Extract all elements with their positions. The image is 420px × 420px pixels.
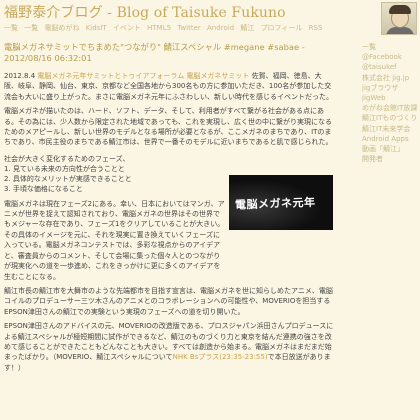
- site-title[interactable]: 福野泰介ブログ - Blog of Taisuke Fukuno: [4, 2, 286, 22]
- nav-item-rss[interactable]: RSS: [309, 24, 323, 32]
- nav-item-sabae[interactable]: 鯖江: [240, 24, 254, 32]
- nav-item-event[interactable]: イベント: [113, 24, 141, 32]
- intro-link-gannen[interactable]: 電脳メガネ元年: [37, 72, 86, 80]
- intro-link-forum[interactable]: サミットとトゥイアフォーラム: [86, 72, 184, 80]
- sidebar: 一覧 @Facebook @taisukef 株式会社 jig.jp jigブラ…: [362, 42, 418, 164]
- paragraph-4: 電脳メガネは現在フェーズ2にある。幸い、日本においてはマンガ、アニメが世界を捉え…: [4, 199, 226, 282]
- nav-item-html5[interactable]: HTML5: [147, 24, 171, 32]
- sidebar-item-developer[interactable]: 開発者: [362, 154, 418, 164]
- sidebar-item-sabae-gakkai[interactable]: 鯖江IT未来学会: [362, 124, 418, 134]
- sidebar-item-megane-kaikan[interactable]: めがね会館IT放課後: [362, 103, 418, 113]
- nav-item-megane[interactable]: 電脳めがね: [44, 24, 79, 32]
- sidebar-item-video[interactable]: 動画「鯖江」: [362, 144, 418, 154]
- sidebar-item-jigbrowser[interactable]: jigブラウザ: [362, 83, 418, 93]
- nav-item-profile[interactable]: プロフィール: [261, 24, 303, 32]
- intro-link-summit[interactable]: 電脳メガネサミット: [186, 72, 249, 80]
- sidebar-item-sabae-monozukuri[interactable]: 鯖江ITものづくり: [362, 113, 418, 123]
- sidebar-item-android-apps[interactable]: Android Apps: [362, 134, 418, 144]
- nav-item-android[interactable]: Android: [207, 24, 234, 32]
- list-item: 2. 具体的なメリットが実感できることと: [4, 175, 132, 184]
- paragraph-intro: 2012.8.4 電脳メガネ元年サミットとトゥイアフォーラム 電脳メガネサミット…: [4, 71, 334, 102]
- paragraph-2: 電脳メガネが描いたのは、ハード、ソフト、データ、そして、利用者がすべて繋がる社会…: [4, 107, 333, 147]
- sidebar-item-jigweb[interactable]: jigWeb: [362, 93, 418, 103]
- paragraph-5: 鯖江市長の鯖江市を大舞市のような先端都市を目指す宣言は、電脳メガネを世に知らしめ…: [4, 286, 333, 316]
- sidebar-item-jigjp[interactable]: 株式会社 jig.jp: [362, 73, 418, 83]
- nav-item-kidsit[interactable]: KidsIT: [86, 24, 107, 32]
- header: 福野泰介ブログ - Blog of Taisuke Fukuno 一覧 一覧 電…: [0, 0, 420, 40]
- list-item: 3. 手頃な価格になること: [4, 185, 83, 194]
- author-avatar[interactable]: [381, 2, 417, 35]
- nav-item-list[interactable]: 一覧: [4, 24, 18, 32]
- photo-caption: 電脳メガネ元年: [234, 195, 316, 212]
- phase-list: 社会が大きく変化するためのフェーズ、 1. 見ている未来の方向性が合うことと 2…: [4, 154, 226, 195]
- event-photo[interactable]: 電脳メガネ元年: [229, 175, 333, 230]
- paragraph-6: EPSON津田さんのアドバイスの元、MOVERIOの改造版である、プロスジャパン…: [4, 321, 334, 373]
- nhk-link[interactable]: NHK Bsプラス(23:35-23:55): [173, 353, 268, 361]
- list-item: 1. 見ている未来の方向性が合うことと: [4, 165, 125, 174]
- top-nav: 一覧 一覧 電脳めがね KidsIT イベント HTML5 Twitter An…: [4, 23, 374, 33]
- paragraph-4-text: 電脳メガネは現在フェーズ2にある。幸い、日本においてはマンガ、アニメが世界を捉え…: [4, 199, 225, 281]
- nav-item-twitter[interactable]: Twitter: [177, 24, 200, 32]
- sidebar-item-facebook[interactable]: @Facebook: [362, 52, 418, 62]
- nav-item-list-2[interactable]: 一覧: [24, 24, 38, 32]
- post-title[interactable]: 電脳メガネサミットでちまめた"つながり" 鯖江スペシャル #megane #sa…: [4, 42, 334, 64]
- post-date: 2012.8.4: [4, 72, 36, 80]
- sidebar-item-twitter[interactable]: @taisukef: [362, 62, 418, 72]
- sidebar-item-list[interactable]: 一覧: [362, 42, 418, 52]
- list-heading: 社会が大きく変化するためのフェーズ、: [4, 154, 130, 163]
